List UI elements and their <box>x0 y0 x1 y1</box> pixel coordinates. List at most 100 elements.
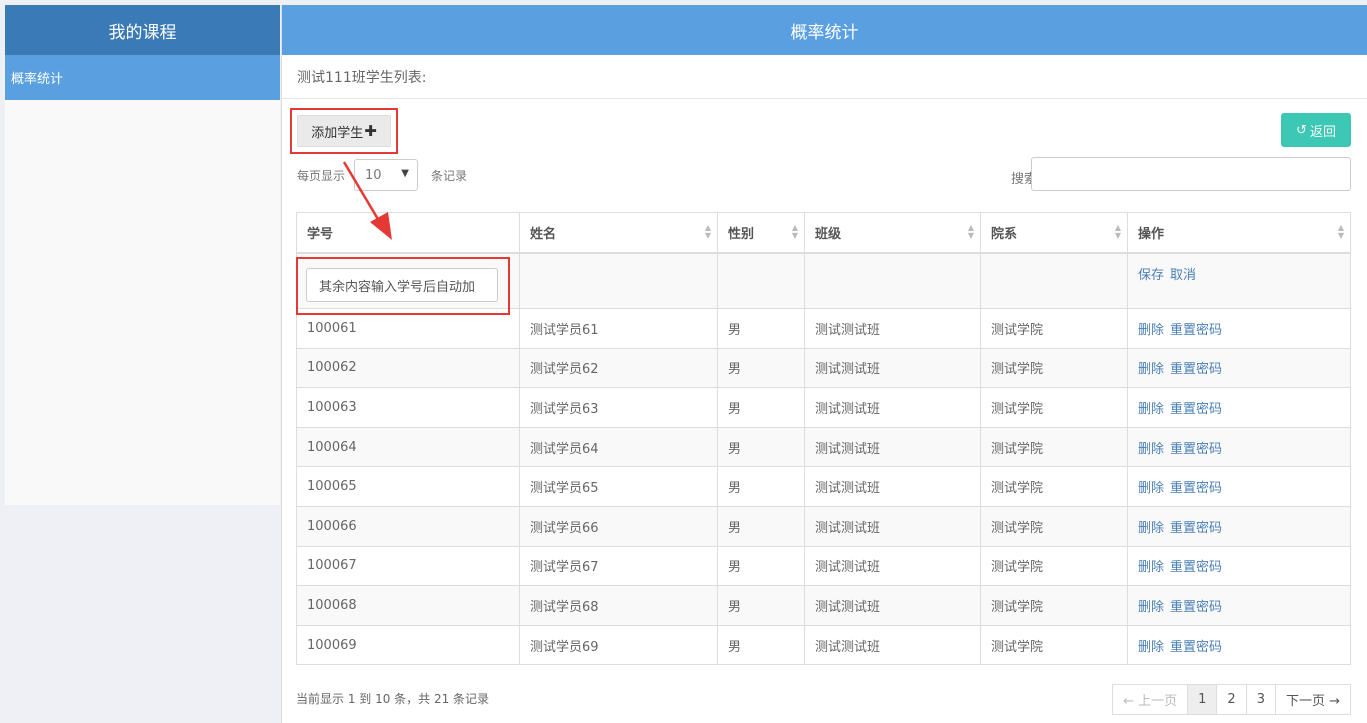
sidebar: 我的课程 概率统计 <box>5 5 280 505</box>
sidebar-item-course[interactable]: 概率统计 <box>5 55 280 100</box>
table-row: 100069 测试学员69 男测试测试班 测试学院 删除 重置密码 <box>296 625 1351 666</box>
cell-actions: 删除 重置密码 <box>1127 585 1351 626</box>
prev-page-button[interactable]: ← 上一页 <box>1112 684 1189 715</box>
reset-password-link[interactable]: 重置密码 <box>1170 402 1222 417</box>
table-row: 100068 测试学员68 男测试测试班 测试学院 删除 重置密码 <box>296 585 1351 626</box>
save-link[interactable]: 保存 <box>1138 268 1164 283</box>
table-header-row: 学号 姓名 ▲ ▼ 性别 ▲ ▼ 班级 ▲ ▼ 院系 ▲ ▼ 操作 ▲ ▼ <box>296 212 1351 254</box>
search-input[interactable] <box>1031 157 1351 191</box>
column-header-id[interactable]: 学号 <box>296 212 520 254</box>
cell-id: 100062 <box>296 348 520 389</box>
cell-class: 测试测试班 <box>804 546 981 587</box>
cell-id: 100069 <box>296 625 520 666</box>
cell-class: 测试测试班 <box>804 348 981 389</box>
cell-gender: 男 <box>717 546 805 587</box>
cell-actions: 删除 重置密码 <box>1127 308 1351 349</box>
cell-class: 测试测试班 <box>804 466 981 507</box>
cell-dept: 测试学院 <box>980 308 1128 349</box>
delete-link[interactable]: 删除 <box>1138 362 1164 377</box>
annotation-highlight-box: 其余内容输入学号后自动加 <box>296 257 510 315</box>
page-button-3[interactable]: 3 <box>1245 684 1276 715</box>
reset-password-link[interactable]: 重置密码 <box>1170 600 1222 615</box>
cell-actions: 删除 重置密码 <box>1127 625 1351 666</box>
delete-link[interactable]: 删除 <box>1138 521 1164 536</box>
cell-actions: 删除 重置密码 <box>1127 546 1351 587</box>
chevron-down-icon: ▼ <box>401 168 409 179</box>
cell-gender: 男 <box>717 585 805 626</box>
delete-link[interactable]: 删除 <box>1138 640 1164 655</box>
cell-gender: 男 <box>717 625 805 666</box>
list-subtitle: 测试111班学生列表: <box>282 55 1367 99</box>
cell-gender: 男 <box>717 506 805 547</box>
cell-gender: 男 <box>717 427 805 468</box>
reset-password-link[interactable]: 重置密码 <box>1170 442 1222 457</box>
cell-gender: 男 <box>717 387 805 428</box>
table-row: 100065 测试学员65 男测试测试班 测试学院 删除 重置密码 <box>296 466 1351 507</box>
cancel-link[interactable]: 取消 <box>1170 268 1196 283</box>
cell-gender: 男 <box>717 308 805 349</box>
cell-dept: 测试学院 <box>980 625 1128 666</box>
back-button[interactable]: ↺ 返回 <box>1281 113 1351 147</box>
cell-class: 测试测试班 <box>804 387 981 428</box>
cell-actions: 删除 重置密码 <box>1127 387 1351 428</box>
add-student-button[interactable]: 添加学生 ✚ <box>297 115 391 147</box>
column-header-class[interactable]: 班级 ▲ ▼ <box>804 212 981 254</box>
cell-dept: 测试学院 <box>980 546 1128 587</box>
annotation-highlight-box: 添加学生 ✚ <box>290 108 398 154</box>
delete-link[interactable]: 删除 <box>1138 560 1164 575</box>
cell-id: 100065 <box>296 466 520 507</box>
sidebar-title: 我的课程 <box>5 5 280 55</box>
cell-actions: 删除 重置密码 <box>1127 506 1351 547</box>
column-header-gender[interactable]: 性别 ▲ ▼ <box>717 212 805 254</box>
next-page-button[interactable]: 下一页 → <box>1274 684 1351 715</box>
cell-name: 测试学员65 <box>519 466 718 507</box>
table-row: 100064 测试学员64 男测试测试班 测试学院 删除 重置密码 <box>296 427 1351 468</box>
reset-password-link[interactable]: 重置密码 <box>1170 521 1222 536</box>
cell-class: 测试测试班 <box>804 625 981 666</box>
delete-link[interactable]: 删除 <box>1138 442 1164 457</box>
sort-icon: ▲ ▼ <box>1114 223 1121 240</box>
column-header-actions[interactable]: 操作 ▲ ▼ <box>1127 212 1351 254</box>
delete-link[interactable]: 删除 <box>1138 600 1164 615</box>
delete-link[interactable]: 删除 <box>1138 402 1164 417</box>
sort-icon: ▲ ▼ <box>704 223 711 240</box>
cell-gender: 男 <box>717 348 805 389</box>
annotation-arrow-icon <box>342 161 392 240</box>
cell-dept: 测试学院 <box>980 387 1128 428</box>
cell-name: 测试学员62 <box>519 348 718 389</box>
page-button-2[interactable]: 2 <box>1216 684 1247 715</box>
cell-name: 测试学员69 <box>519 625 718 666</box>
cell-id: 100064 <box>296 427 520 468</box>
cell-dept: 测试学院 <box>980 506 1128 547</box>
table-row: 100062 测试学员62 男测试测试班 测试学院 删除 重置密码 <box>296 348 1351 389</box>
table-row: 100066 测试学员66 男测试测试班 测试学院 删除 重置密码 <box>296 506 1351 547</box>
cell-class: 测试测试班 <box>804 427 981 468</box>
student-id-input[interactable]: 其余内容输入学号后自动加 <box>306 268 498 302</box>
cell-actions: 删除 重置密码 <box>1127 348 1351 389</box>
cell-dept: 测试学院 <box>980 585 1128 626</box>
cell-actions: 删除 重置密码 <box>1127 466 1351 507</box>
plus-icon: ✚ <box>364 122 377 140</box>
delete-link[interactable]: 删除 <box>1138 481 1164 496</box>
undo-icon: ↺ <box>1296 122 1307 137</box>
pagination: ← 上一页 1 2 3 下一页 → <box>1112 684 1351 715</box>
cell-name: 测试学员61 <box>519 308 718 349</box>
cell-class: 测试测试班 <box>804 585 981 626</box>
reset-password-link[interactable]: 重置密码 <box>1170 560 1222 575</box>
column-header-dept[interactable]: 院系 ▲ ▼ <box>980 212 1128 254</box>
sort-icon: ▲ ▼ <box>791 223 798 240</box>
delete-link[interactable]: 删除 <box>1138 323 1164 338</box>
reset-password-link[interactable]: 重置密码 <box>1170 640 1222 655</box>
cell-gender: 男 <box>717 466 805 507</box>
add-student-label: 添加学生 <box>311 125 364 141</box>
reset-password-link[interactable]: 重置密码 <box>1170 323 1222 338</box>
reset-password-link[interactable]: 重置密码 <box>1170 362 1222 377</box>
reset-password-link[interactable]: 重置密码 <box>1170 481 1222 496</box>
cell-actions: 删除 重置密码 <box>1127 427 1351 468</box>
page-button-1[interactable]: 1 <box>1187 684 1218 715</box>
page-title: 概率统计 <box>282 5 1367 55</box>
cell-id: 100067 <box>296 546 520 587</box>
records-label: 条记录 <box>431 169 468 183</box>
cell-dept: 测试学院 <box>980 427 1128 468</box>
column-header-name[interactable]: 姓名 ▲ ▼ <box>519 212 718 254</box>
